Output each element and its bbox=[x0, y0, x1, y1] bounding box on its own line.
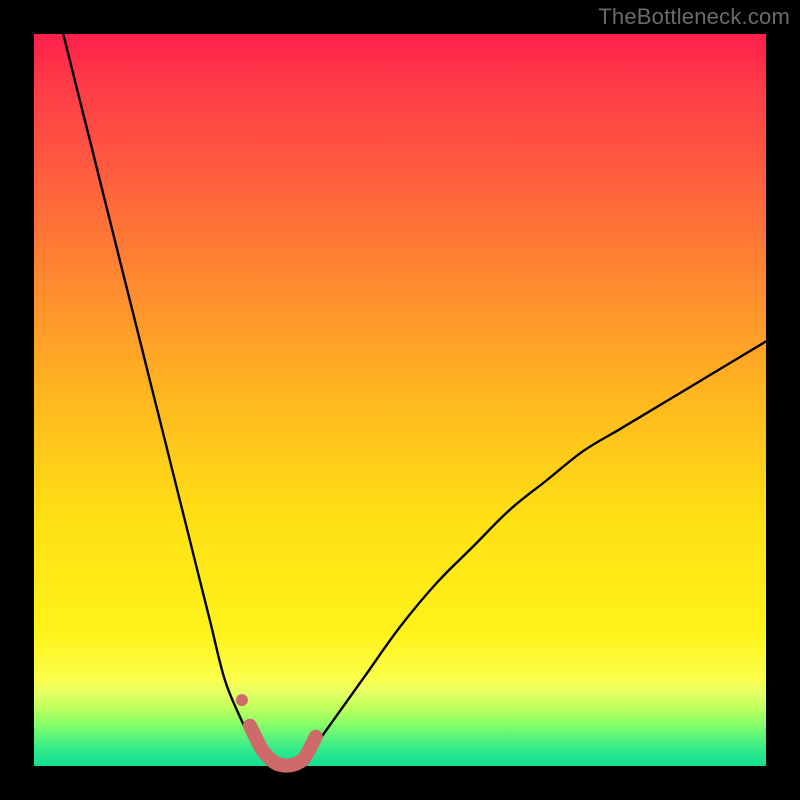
watermark-text: TheBottleneck.com bbox=[598, 4, 790, 30]
bottleneck-curve bbox=[34, 34, 766, 766]
chart-frame: TheBottleneck.com bbox=[0, 0, 800, 800]
plot-area bbox=[34, 34, 766, 766]
curve-path bbox=[63, 34, 766, 767]
optimal-marker-dot bbox=[236, 694, 248, 706]
optimal-marker bbox=[250, 726, 316, 766]
